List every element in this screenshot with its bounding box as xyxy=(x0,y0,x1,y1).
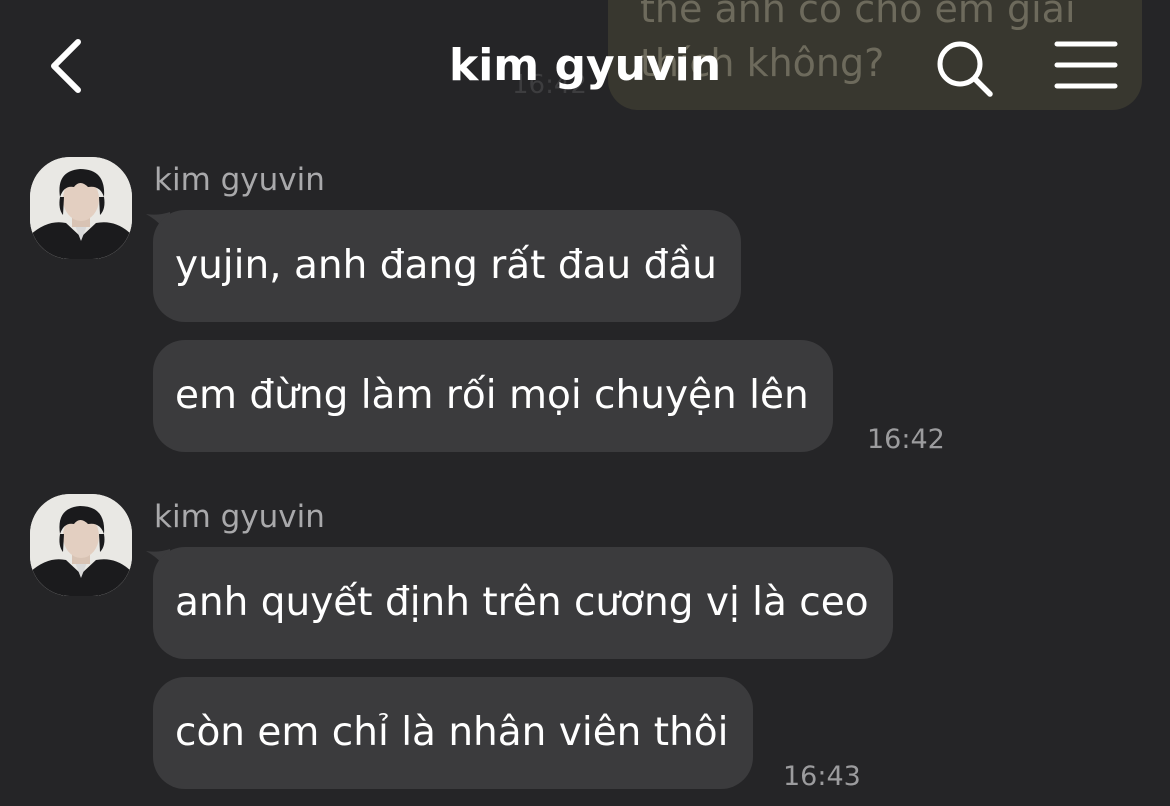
sender-name: kim gyuvin xyxy=(154,162,325,198)
menu-button[interactable] xyxy=(1052,38,1120,94)
back-button[interactable] xyxy=(40,34,96,98)
profile-photo-icon xyxy=(30,494,132,596)
message-time: 16:42 xyxy=(867,424,945,455)
message-bubble[interactable]: còn em chỉ là nhân viên thôi xyxy=(153,677,753,789)
sender-name: kim gyuvin xyxy=(154,499,325,535)
message-time: 16:43 xyxy=(783,761,861,792)
message-text: em đừng làm rối mọi chuyện lên xyxy=(175,373,809,418)
chat-header: kim gyuvin xyxy=(0,0,1170,134)
profile-photo-icon xyxy=(30,157,132,259)
search-button[interactable] xyxy=(932,36,996,100)
avatar[interactable] xyxy=(30,157,132,259)
chat-title: kim gyuvin xyxy=(448,40,722,91)
message-bubble[interactable]: anh quyết định trên cương vị là ceo xyxy=(153,547,893,659)
avatar[interactable] xyxy=(30,494,132,596)
chevron-left-icon xyxy=(51,39,81,93)
hamburger-menu-icon xyxy=(1054,41,1118,89)
search-icon xyxy=(937,41,993,97)
message-text: anh quyết định trên cương vị là ceo xyxy=(175,580,869,625)
message-text: còn em chỉ là nhân viên thôi xyxy=(175,710,729,755)
message-text: yujin, anh đang rất đau đầu xyxy=(175,243,718,288)
message-bubble[interactable]: em đừng làm rối mọi chuyện lên xyxy=(153,340,833,452)
message-bubble[interactable]: yujin, anh đang rất đau đầu xyxy=(153,210,742,322)
